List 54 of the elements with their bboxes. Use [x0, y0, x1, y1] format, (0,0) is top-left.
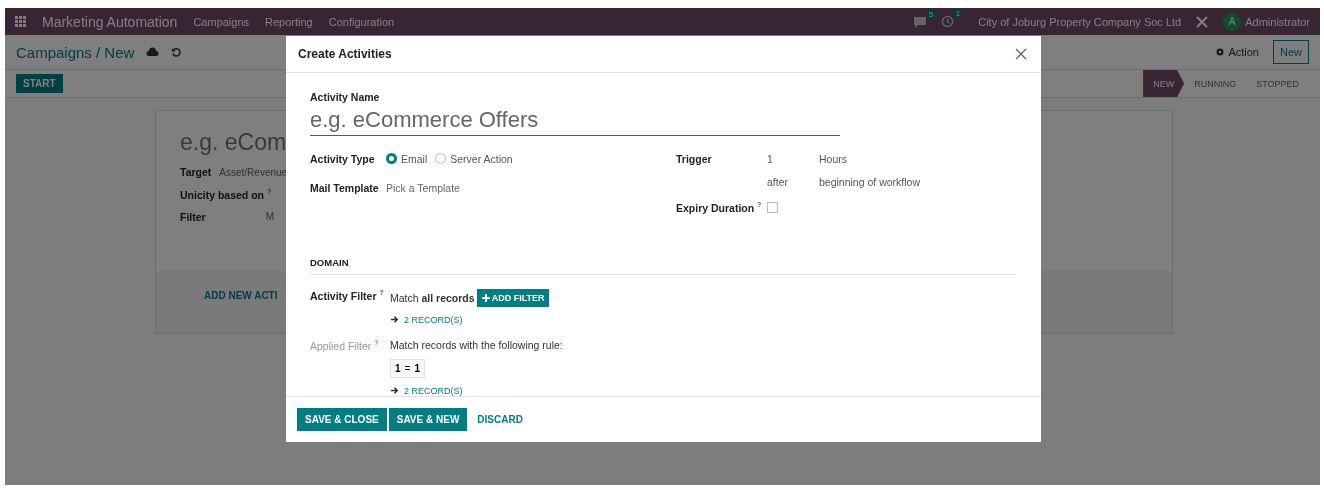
records-link[interactable]: 2 RECORD(S) — [390, 385, 463, 396]
mail-template-field[interactable]: Pick a Template — [386, 181, 676, 194]
field-label: Filter — [180, 210, 206, 223]
expiry-checkbox[interactable] — [767, 202, 778, 214]
dialog-title: Create Activities — [298, 46, 392, 61]
menu-item[interactable]: Reporting — [265, 15, 313, 28]
radio-option[interactable]: Server Action — [435, 152, 513, 165]
app-name[interactable]: Marketing Automation — [42, 13, 178, 30]
menu-item[interactable]: Configuration — [328, 15, 395, 28]
plus-icon — [481, 293, 490, 302]
records-link[interactable]: 2 RECORD(S) — [390, 314, 463, 325]
message-count: 5 — [926, 9, 936, 19]
section-heading: DOMAIN — [310, 256, 349, 268]
field-label: Mail Template — [310, 181, 380, 194]
stage-step[interactable]: NEW — [1143, 70, 1185, 97]
company-name[interactable]: City of Joburg Property Company Soc Ltd — [978, 15, 1182, 28]
menu-item[interactable]: Campaigns — [193, 15, 250, 28]
new-button[interactable]: New — [1273, 40, 1309, 64]
campaign-name-field[interactable]: e.g. eCom — [180, 129, 287, 156]
user-avatar[interactable]: A — [1223, 12, 1242, 31]
rule-condition: 1 = 1 — [390, 358, 425, 378]
field-value: Asset/Revenue — [219, 166, 288, 178]
user-name[interactable]: Administrator — [1245, 15, 1310, 28]
arrow-right-icon — [390, 315, 399, 325]
match-text: Match all records — [390, 291, 475, 304]
rule-text: Match records with the following rule: — [390, 338, 564, 351]
field-label: Activity Filter $^{?}$ — [310, 288, 385, 304]
chat-icon[interactable] — [913, 15, 928, 28]
field-label: Activity Type — [310, 152, 376, 165]
field-label: Activity Name — [310, 90, 381, 103]
trigger-type[interactable]: after — [767, 175, 819, 188]
field-label: Unicity based on $^{?}$ — [180, 188, 272, 201]
apps-grid-icon[interactable] — [15, 16, 26, 27]
field-label: Applied Filter $^{?}$ — [310, 338, 380, 354]
discard-button[interactable]: DISCARD — [469, 407, 531, 431]
trigger-unit[interactable]: Hours — [819, 152, 1016, 165]
field-label: Expiry Duration $^{?}$ — [676, 201, 763, 214]
field-label: Trigger — [676, 152, 713, 165]
trigger-interval[interactable]: 1 — [767, 152, 819, 165]
undo-icon[interactable] — [171, 46, 183, 58]
start-button[interactable]: START — [16, 74, 63, 93]
save-button[interactable]: SAVE & NEW — [388, 407, 468, 431]
activity-count: 1 — [953, 9, 963, 18]
radio-option[interactable]: Email — [386, 152, 428, 165]
trigger-reference[interactable]: beginning of workflow — [819, 175, 1016, 188]
breadcrumb[interactable]: Campaigns / New — [16, 43, 135, 61]
action-button[interactable]: Action — [1215, 46, 1259, 58]
save-button[interactable]: SAVE & CLOSE — [297, 407, 387, 431]
arrow-right-icon — [390, 386, 399, 396]
cloud-upload-icon[interactable] — [146, 47, 160, 57]
field-label: Target — [180, 166, 212, 178]
clock-icon[interactable] — [941, 15, 955, 28]
add-filter-button[interactable]: ADD FILTER — [476, 288, 550, 307]
field-value: M — [265, 211, 274, 222]
